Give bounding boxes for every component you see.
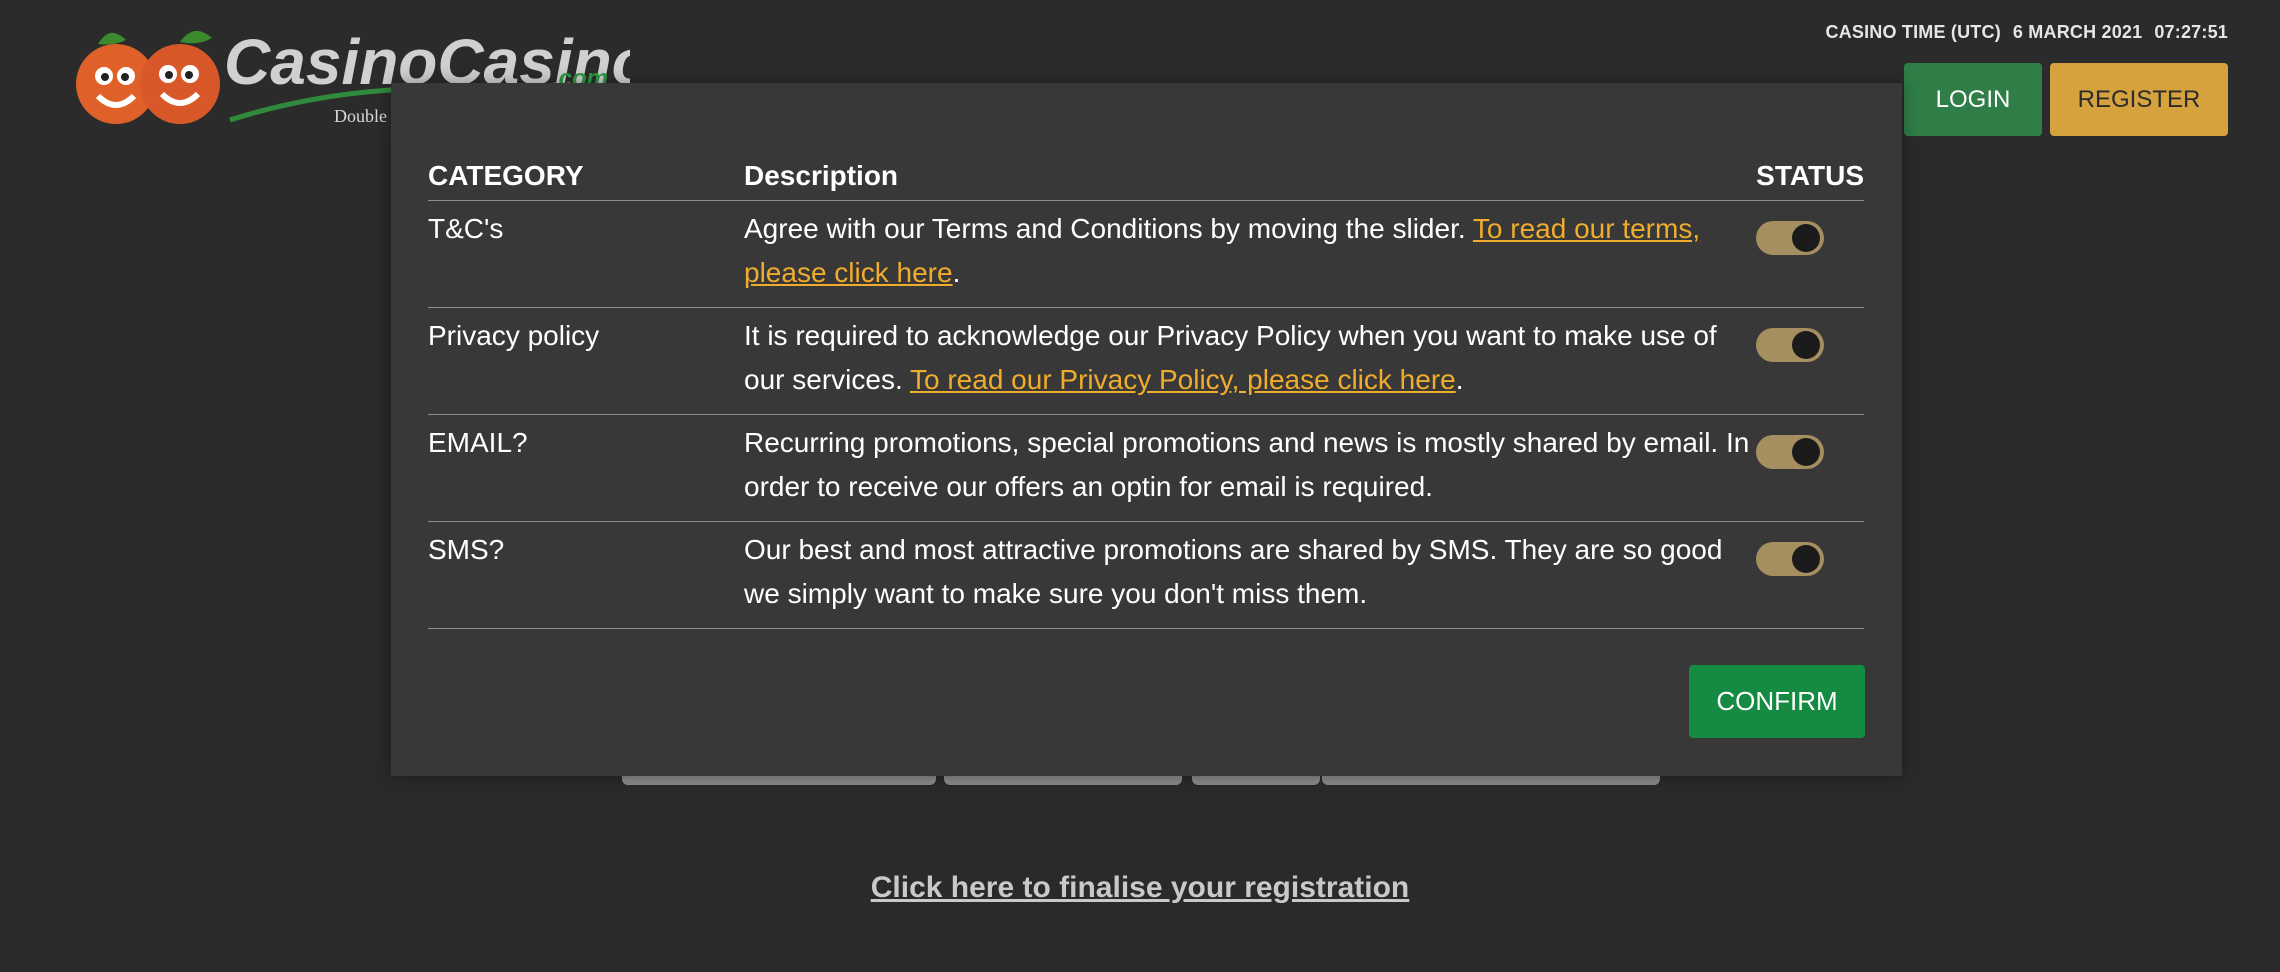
logo-tagline: Double bbox=[334, 106, 387, 126]
sms-toggle[interactable] bbox=[1756, 542, 1825, 576]
description-period: . bbox=[952, 257, 961, 288]
login-button[interactable]: LOGIN bbox=[1904, 63, 2042, 136]
consent-row-privacy: Privacy policy It is required to acknowl… bbox=[428, 307, 1864, 415]
toggle-knob bbox=[1792, 331, 1821, 359]
clock-date: 6 MARCH 2021 bbox=[2012, 22, 2143, 42]
description-cell: It is required to acknowledge our Privac… bbox=[744, 307, 1757, 415]
description-header: Description bbox=[744, 158, 1757, 201]
consent-row-email: EMAIL? Recurring promotions, special pro… bbox=[428, 414, 1864, 522]
table-header-row: CATEGORY Description STATUS bbox=[428, 158, 1864, 201]
clock-time: 07:27:51 bbox=[2154, 22, 2228, 42]
register-button[interactable]: REGISTER bbox=[2050, 63, 2228, 136]
privacy-policy-link[interactable]: To read our Privacy Policy, please click… bbox=[910, 364, 1456, 395]
consent-modal: CATEGORY Description STATUS T&C's Agree … bbox=[391, 83, 1902, 776]
toggle-knob bbox=[1792, 438, 1821, 466]
description-cell: Agree with our Terms and Conditions by m… bbox=[744, 200, 1757, 308]
category-cell: SMS? bbox=[428, 521, 744, 629]
consent-row-sms: SMS? Our best and most attractive promot… bbox=[428, 521, 1864, 629]
category-cell: Privacy policy bbox=[428, 307, 744, 415]
description-cell: Recurring promotions, special promotions… bbox=[744, 414, 1757, 522]
status-cell bbox=[1756, 521, 1864, 629]
privacy-toggle[interactable] bbox=[1756, 328, 1825, 362]
finalise-registration-link[interactable]: Click here to finalise your registration bbox=[0, 871, 2280, 905]
consent-row-terms: T&C's Agree with our Terms and Condition… bbox=[428, 200, 1864, 308]
status-cell bbox=[1756, 200, 1864, 308]
terms-toggle[interactable] bbox=[1756, 221, 1825, 255]
casino-clock: CASINO TIME (UTC) 6 MARCH 2021 07:27:51 bbox=[1826, 22, 2229, 43]
clock-label: CASINO TIME (UTC) bbox=[1825, 22, 2001, 42]
consent-table: CATEGORY Description STATUS T&C's Agree … bbox=[428, 158, 1864, 629]
email-toggle[interactable] bbox=[1756, 435, 1825, 469]
status-cell bbox=[1756, 307, 1864, 415]
toggle-knob bbox=[1792, 545, 1821, 573]
description-cell: Our best and most attractive promotions … bbox=[744, 521, 1757, 629]
category-cell: T&C's bbox=[428, 200, 744, 308]
toggle-knob bbox=[1792, 224, 1821, 252]
status-header: STATUS bbox=[1756, 158, 1864, 201]
description-text: Agree with our Terms and Conditions by m… bbox=[744, 213, 1473, 244]
confirm-button[interactable]: CONFIRM bbox=[1689, 665, 1865, 738]
description-period: . bbox=[1455, 364, 1464, 395]
category-header: CATEGORY bbox=[428, 158, 744, 201]
status-cell bbox=[1756, 414, 1864, 522]
category-cell: EMAIL? bbox=[428, 414, 744, 522]
